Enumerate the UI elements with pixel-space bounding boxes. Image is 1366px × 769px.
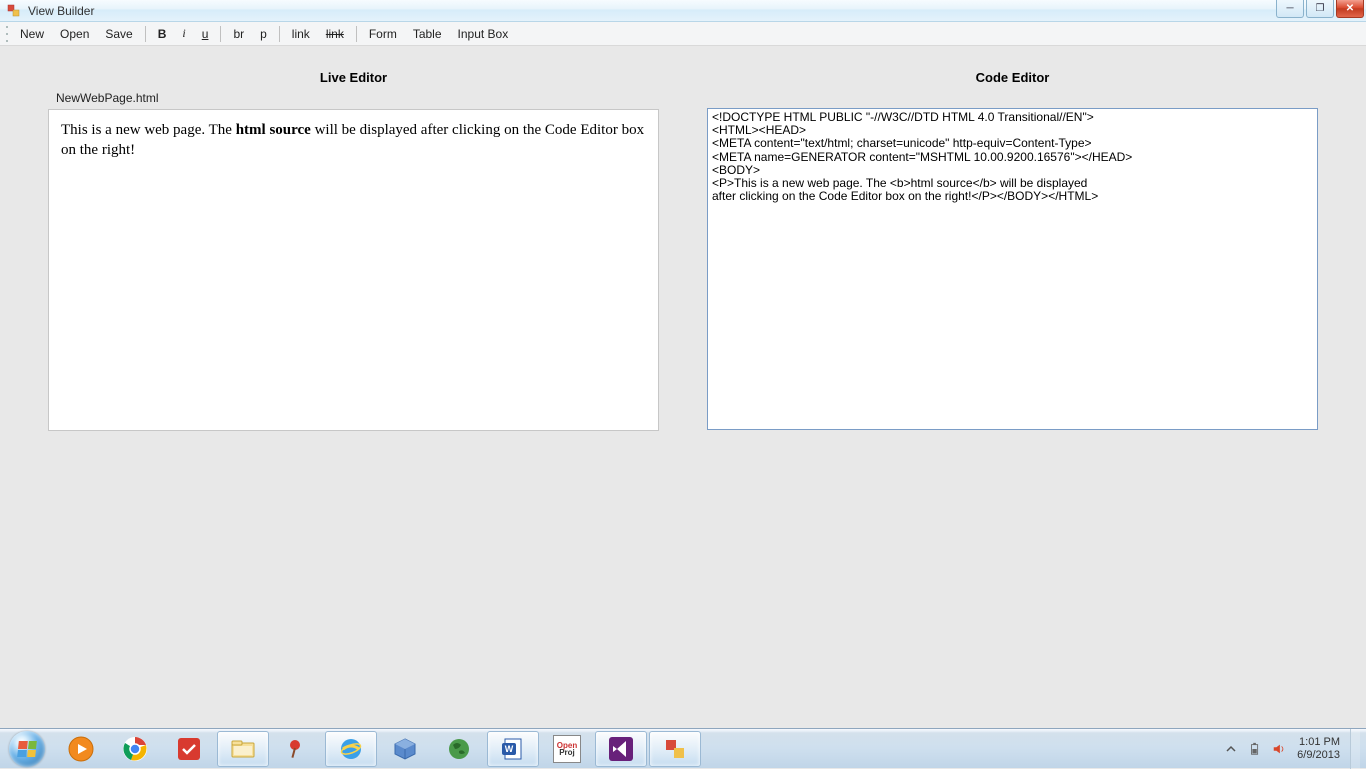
taskbar-chrome[interactable]	[109, 731, 161, 767]
separator	[220, 26, 221, 42]
bold-button[interactable]: B	[150, 25, 175, 43]
p-button[interactable]: p	[252, 25, 275, 43]
show-desktop-button[interactable]	[1350, 729, 1360, 769]
windows-logo-icon	[9, 731, 45, 767]
toolbar: New Open Save B i u br p link link Form …	[0, 22, 1366, 46]
new-button[interactable]: New	[12, 25, 52, 43]
start-button[interactable]	[0, 729, 54, 769]
system-tray: 1:01 PM 6/9/2013	[1223, 729, 1366, 768]
taskbar-word[interactable]: W	[487, 731, 539, 767]
taskbar-visual-studio[interactable]	[595, 731, 647, 767]
taskbar-apps: W OpenProj	[54, 729, 702, 768]
tray-clock[interactable]: 1:01 PM 6/9/2013	[1295, 736, 1342, 761]
filename-label: NewWebPage.html	[48, 91, 659, 105]
main-area: Live Editor NewWebPage.html This is a ne…	[0, 46, 1366, 728]
table-button[interactable]: Table	[405, 25, 450, 43]
live-editor[interactable]: This is a new web page. The html source …	[48, 109, 659, 431]
taskbar-winforms-app[interactable]	[649, 731, 701, 767]
br-button[interactable]: br	[225, 25, 252, 43]
live-editor-column: Live Editor NewWebPage.html This is a ne…	[48, 70, 659, 431]
separator	[356, 26, 357, 42]
italic-button[interactable]: i	[174, 24, 193, 43]
separator	[145, 26, 146, 42]
taskbar: W OpenProj 1:01 PM 6/9/2013	[0, 728, 1366, 768]
app-icon	[6, 3, 22, 19]
window-controls: ─ ❐ ✕	[1276, 0, 1364, 18]
taskbar-world-app[interactable]	[433, 731, 485, 767]
taskbar-ie[interactable]	[325, 731, 377, 767]
close-button[interactable]: ✕	[1336, 0, 1364, 18]
volume-icon[interactable]	[1271, 741, 1287, 757]
live-editor-header: Live Editor	[48, 70, 659, 85]
clock-time: 1:01 PM	[1297, 736, 1340, 749]
taskbar-pin[interactable]	[271, 731, 323, 767]
form-button[interactable]: Form	[361, 25, 405, 43]
titlebar: View Builder ─ ❐ ✕	[0, 0, 1366, 22]
battery-icon[interactable]	[1247, 741, 1263, 757]
minimize-button[interactable]: ─	[1276, 0, 1304, 18]
unlink-button[interactable]: link	[318, 25, 352, 43]
code-editor-column: Code Editor <!DOCTYPE HTML PUBLIC "-//W3…	[707, 70, 1318, 431]
code-editor-header: Code Editor	[707, 70, 1318, 85]
clock-date: 6/9/2013	[1297, 749, 1340, 762]
svg-text:W: W	[505, 744, 514, 754]
taskbar-app-red[interactable]	[163, 731, 215, 767]
link-button[interactable]: link	[284, 25, 318, 43]
taskbar-openproj[interactable]: OpenProj	[541, 731, 593, 767]
taskbar-explorer[interactable]	[217, 731, 269, 767]
code-editor[interactable]: <!DOCTYPE HTML PUBLIC "-//W3C//DTD HTML …	[707, 108, 1318, 430]
live-content-pre: This is a new web page. The	[61, 122, 236, 138]
window-title: View Builder	[28, 4, 94, 18]
toolbar-grip-icon	[4, 26, 10, 42]
live-content-bold: html source	[236, 122, 311, 138]
inputbox-button[interactable]: Input Box	[450, 25, 517, 43]
tray-chevron-icon[interactable]	[1223, 741, 1239, 757]
taskbar-media-player[interactable]	[55, 731, 107, 767]
save-button[interactable]: Save	[97, 25, 140, 43]
taskbar-box-app[interactable]	[379, 731, 431, 767]
separator	[279, 26, 280, 42]
maximize-button[interactable]: ❐	[1306, 0, 1334, 18]
open-button[interactable]: Open	[52, 25, 97, 43]
underline-button[interactable]: u	[194, 25, 217, 43]
